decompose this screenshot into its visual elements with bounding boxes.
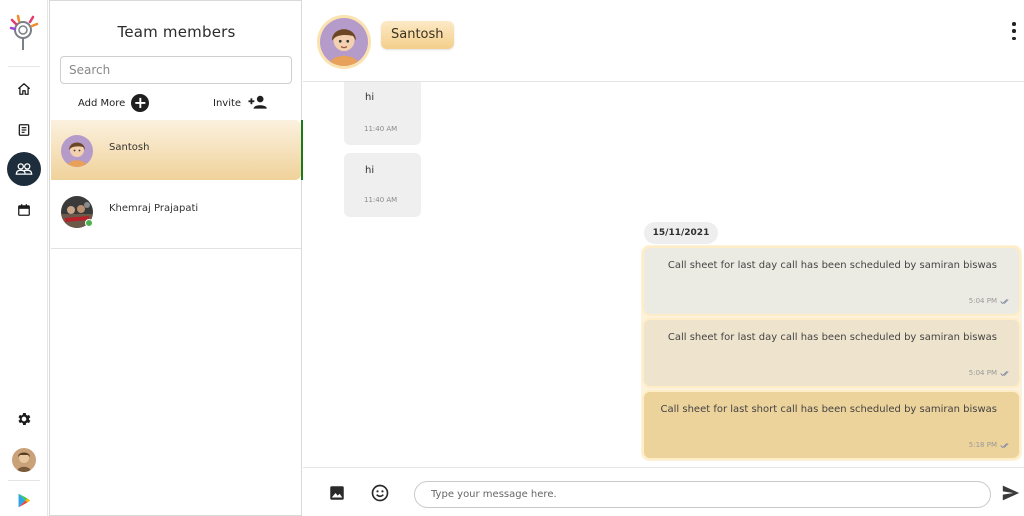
online-status-dot	[85, 219, 93, 227]
add-more-label: Add More	[78, 97, 126, 109]
member-avatar	[61, 135, 93, 167]
team-icon[interactable]	[7, 152, 41, 186]
message-text: Call sheet for last day call has been sc…	[667, 260, 997, 271]
list-divider	[51, 248, 301, 249]
double-check-icon	[1000, 298, 1009, 304]
member-name: Khemraj Prajapati	[109, 203, 199, 214]
add-circle-icon: +	[131, 94, 150, 112]
message-time: 5:04 PM	[968, 369, 997, 377]
message-time: 11:40 AM	[364, 125, 398, 133]
play-store-icon[interactable]	[8, 484, 40, 516]
panel-title: Team members	[117, 23, 236, 41]
search-input[interactable]	[60, 56, 292, 84]
home-icon[interactable]	[8, 73, 40, 105]
add-more-button[interactable]: Add More +	[78, 94, 150, 112]
chat-area: Santosh hi 11:40 AM hi 11:40 AM 15/11/20…	[303, 0, 1024, 516]
member-item-khemraj[interactable]: Khemraj Prajapati	[51, 179, 301, 239]
invite-label: Invite	[213, 97, 242, 109]
message-time: 5:04 PM	[968, 297, 997, 305]
gear-icon[interactable]	[8, 403, 40, 435]
date-separator: 15/11/2021	[644, 222, 718, 244]
left-rail	[0, 0, 48, 516]
incoming-message: hi 11:40 AM	[344, 82, 421, 145]
message-time: 11:40 AM	[364, 196, 398, 204]
team-members-panel: Team members Add More + Invite Santosh K…	[49, 0, 304, 516]
calendar-icon[interactable]	[8, 194, 40, 226]
document-icon[interactable]	[8, 114, 40, 146]
member-name: Santosh	[109, 142, 150, 153]
avatar[interactable]	[12, 448, 36, 472]
message-meta: 5:04 PM	[969, 297, 1011, 305]
app-logo[interactable]	[6, 12, 42, 52]
outgoing-message: Call sheet for last short call has been …	[644, 392, 1019, 458]
double-check-icon	[1000, 442, 1009, 448]
double-check-icon	[1000, 370, 1009, 376]
rail-divider	[8, 66, 40, 67]
message-text: Call sheet for last day call has been sc…	[667, 332, 997, 343]
message-time: 5:18 PM	[968, 441, 997, 449]
message-composer	[303, 467, 1024, 516]
message-input[interactable]	[414, 481, 991, 508]
contact-name: Santosh	[381, 21, 454, 49]
message-meta: 5:04 PM	[969, 369, 1011, 377]
add-person-icon	[247, 94, 269, 113]
emoji-icon[interactable]	[369, 482, 391, 504]
message-text: Call sheet for last short call has been …	[660, 404, 997, 415]
more-options-icon[interactable]	[1010, 22, 1018, 40]
send-icon[interactable]	[1000, 482, 1022, 504]
invite-button[interactable]: Invite	[213, 94, 269, 112]
image-icon[interactable]	[326, 482, 348, 504]
incoming-message: hi 11:40 AM	[344, 153, 421, 217]
message-meta: 5:18 PM	[969, 441, 1011, 449]
member-item-santosh[interactable]: Santosh	[51, 120, 304, 180]
outgoing-message: Call sheet for last day call has been sc…	[644, 320, 1019, 386]
contact-avatar[interactable]	[317, 15, 371, 69]
message-text: hi	[365, 92, 375, 103]
message-text: hi	[365, 165, 375, 176]
rail-divider	[8, 480, 40, 481]
chat-header: Santosh	[303, 0, 1024, 82]
outgoing-message: Call sheet for last day call has been sc…	[644, 248, 1019, 314]
